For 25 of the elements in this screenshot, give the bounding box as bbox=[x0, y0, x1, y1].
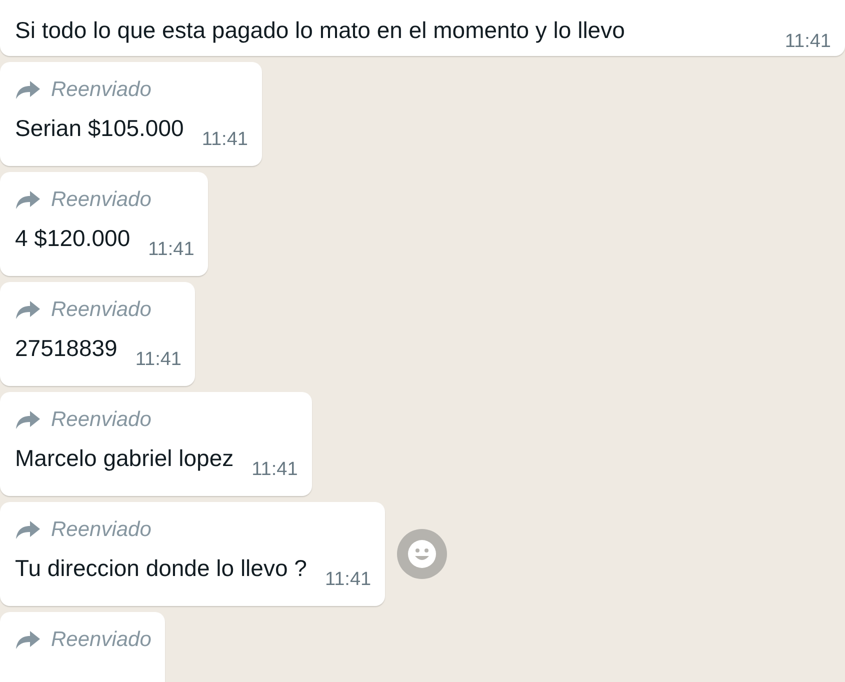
message-text: 27518839 bbox=[15, 334, 118, 363]
forwarded-label: Reenviado bbox=[51, 77, 152, 104]
smiley-icon bbox=[407, 539, 438, 569]
message-time: 11:41 bbox=[252, 460, 298, 480]
forwarded-label: Reenviado bbox=[51, 627, 152, 654]
message-text: Si todo lo que esta pagado lo mato en el momento y lo llevo bbox=[15, 16, 625, 45]
forwarded-label: Reenviado bbox=[51, 187, 152, 214]
forward-arrow-icon bbox=[15, 80, 41, 100]
message-time: 11:41 bbox=[324, 570, 372, 590]
forward-arrow-icon bbox=[15, 520, 41, 540]
forwarded-label: Reenviado bbox=[51, 297, 152, 324]
message-time: 11:41 bbox=[148, 240, 194, 260]
forwarded-label: Reenviado bbox=[51, 407, 152, 434]
forwarded-label: Reenviado bbox=[51, 517, 152, 544]
message-time: 11:41 bbox=[784, 32, 831, 52]
forward-arrow-icon bbox=[15, 300, 41, 320]
forward-arrow-icon bbox=[15, 410, 41, 430]
message-text: Marcelo gabriel lopez bbox=[15, 444, 234, 473]
message-text: 4 $120.000 bbox=[15, 224, 130, 253]
forward-arrow-icon bbox=[15, 190, 41, 210]
message-time: 11:41 bbox=[135, 350, 182, 370]
forward-arrow-icon bbox=[15, 630, 41, 650]
message-text: Tu direccion donde lo llevo ? bbox=[15, 554, 307, 583]
message-text: Serian $105.000 bbox=[15, 114, 184, 143]
message-time: 11:41 bbox=[202, 130, 248, 150]
